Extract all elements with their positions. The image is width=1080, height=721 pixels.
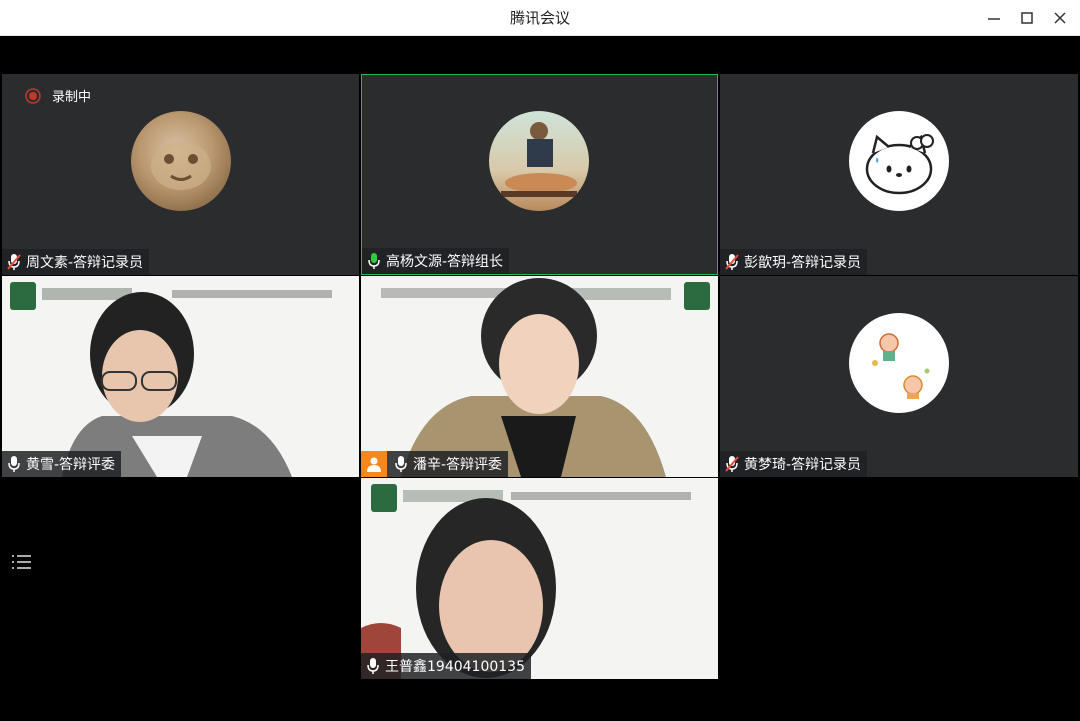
avatar	[131, 111, 231, 211]
mic-icon	[6, 455, 22, 473]
participant-nameplate: 潘辛-答辩评委	[361, 451, 509, 477]
participant-tile-video[interactable]: 王普鑫19404100135	[361, 478, 718, 679]
mic-icon	[365, 657, 381, 675]
maximize-button[interactable]	[1014, 6, 1040, 30]
close-button[interactable]	[1047, 6, 1073, 30]
participant-nameplate: 王普鑫19404100135	[361, 653, 531, 679]
participant-name: 周文素-答辩记录员	[26, 255, 144, 271]
title-bar: 腾讯会议	[0, 0, 1080, 36]
participant-tile[interactable]: 彭歆玥-答辩记录员	[720, 74, 1078, 275]
close-icon	[1054, 12, 1066, 24]
participant-tile-video[interactable]: 潘辛-答辩评委	[361, 276, 718, 477]
minimize-icon	[988, 18, 1000, 20]
participant-name: 黄梦琦-答辩记录员	[744, 457, 862, 473]
participant-list-toggle[interactable]	[12, 552, 34, 572]
mic-muted-icon	[724, 455, 740, 473]
participant-nameplate: 高杨文源-答辩组长	[362, 248, 510, 274]
video-feed	[361, 498, 556, 679]
massage-photo-icon	[501, 122, 577, 197]
hello-kitty-icon	[865, 134, 934, 195]
avatar	[849, 111, 949, 211]
host-badge-icon	[361, 451, 387, 477]
cartoon-stickers-icon	[872, 333, 930, 399]
participant-name: 黄雪-答辩评委	[26, 457, 116, 473]
video-feed	[401, 278, 666, 477]
participant-name: 高杨文源-答辩组长	[386, 254, 504, 270]
record-icon	[25, 87, 41, 104]
participant-nameplate: 黄梦琦-答辩记录员	[720, 451, 868, 477]
list-menu-icon	[12, 555, 31, 569]
participant-name: 王普鑫19404100135	[385, 659, 525, 675]
participant-tile-video[interactable]: 黄雪-答辩评委	[2, 276, 359, 477]
participant-tile[interactable]: 录制中 周文素-答辩记录员	[2, 74, 359, 275]
video-feed	[62, 292, 292, 477]
mic-muted-icon	[724, 253, 740, 271]
mic-muted-icon	[6, 253, 22, 271]
maximize-icon	[1021, 12, 1033, 24]
mic-speaking-icon	[366, 252, 382, 270]
participant-nameplate: 彭歆玥-答辩记录员	[720, 249, 868, 275]
participant-name: 彭歆玥-答辩记录员	[744, 255, 862, 271]
recording-indicator: 录制中	[24, 86, 91, 105]
window-title: 腾讯会议	[509, 9, 570, 27]
cat-photo-icon	[151, 142, 211, 190]
participant-nameplate: 周文素-答辩记录员	[2, 249, 150, 275]
avatar	[489, 111, 589, 211]
mic-icon	[393, 455, 409, 473]
participant-tile-active[interactable]: 高杨文源-答辩组长	[361, 74, 718, 275]
participant-name: 潘辛-答辩评委	[413, 457, 503, 473]
video-stage: 录制中 周文素-答辩记录员 高杨文源-答辩组长 彭歆玥-答辩记录员 黄雪-答辩评…	[2, 36, 1078, 719]
avatar	[849, 313, 949, 413]
minimize-button[interactable]	[981, 6, 1007, 30]
participant-tile[interactable]: 黄梦琦-答辩记录员	[720, 276, 1078, 477]
recording-label: 录制中	[52, 90, 92, 105]
participant-nameplate: 黄雪-答辩评委	[2, 451, 122, 477]
